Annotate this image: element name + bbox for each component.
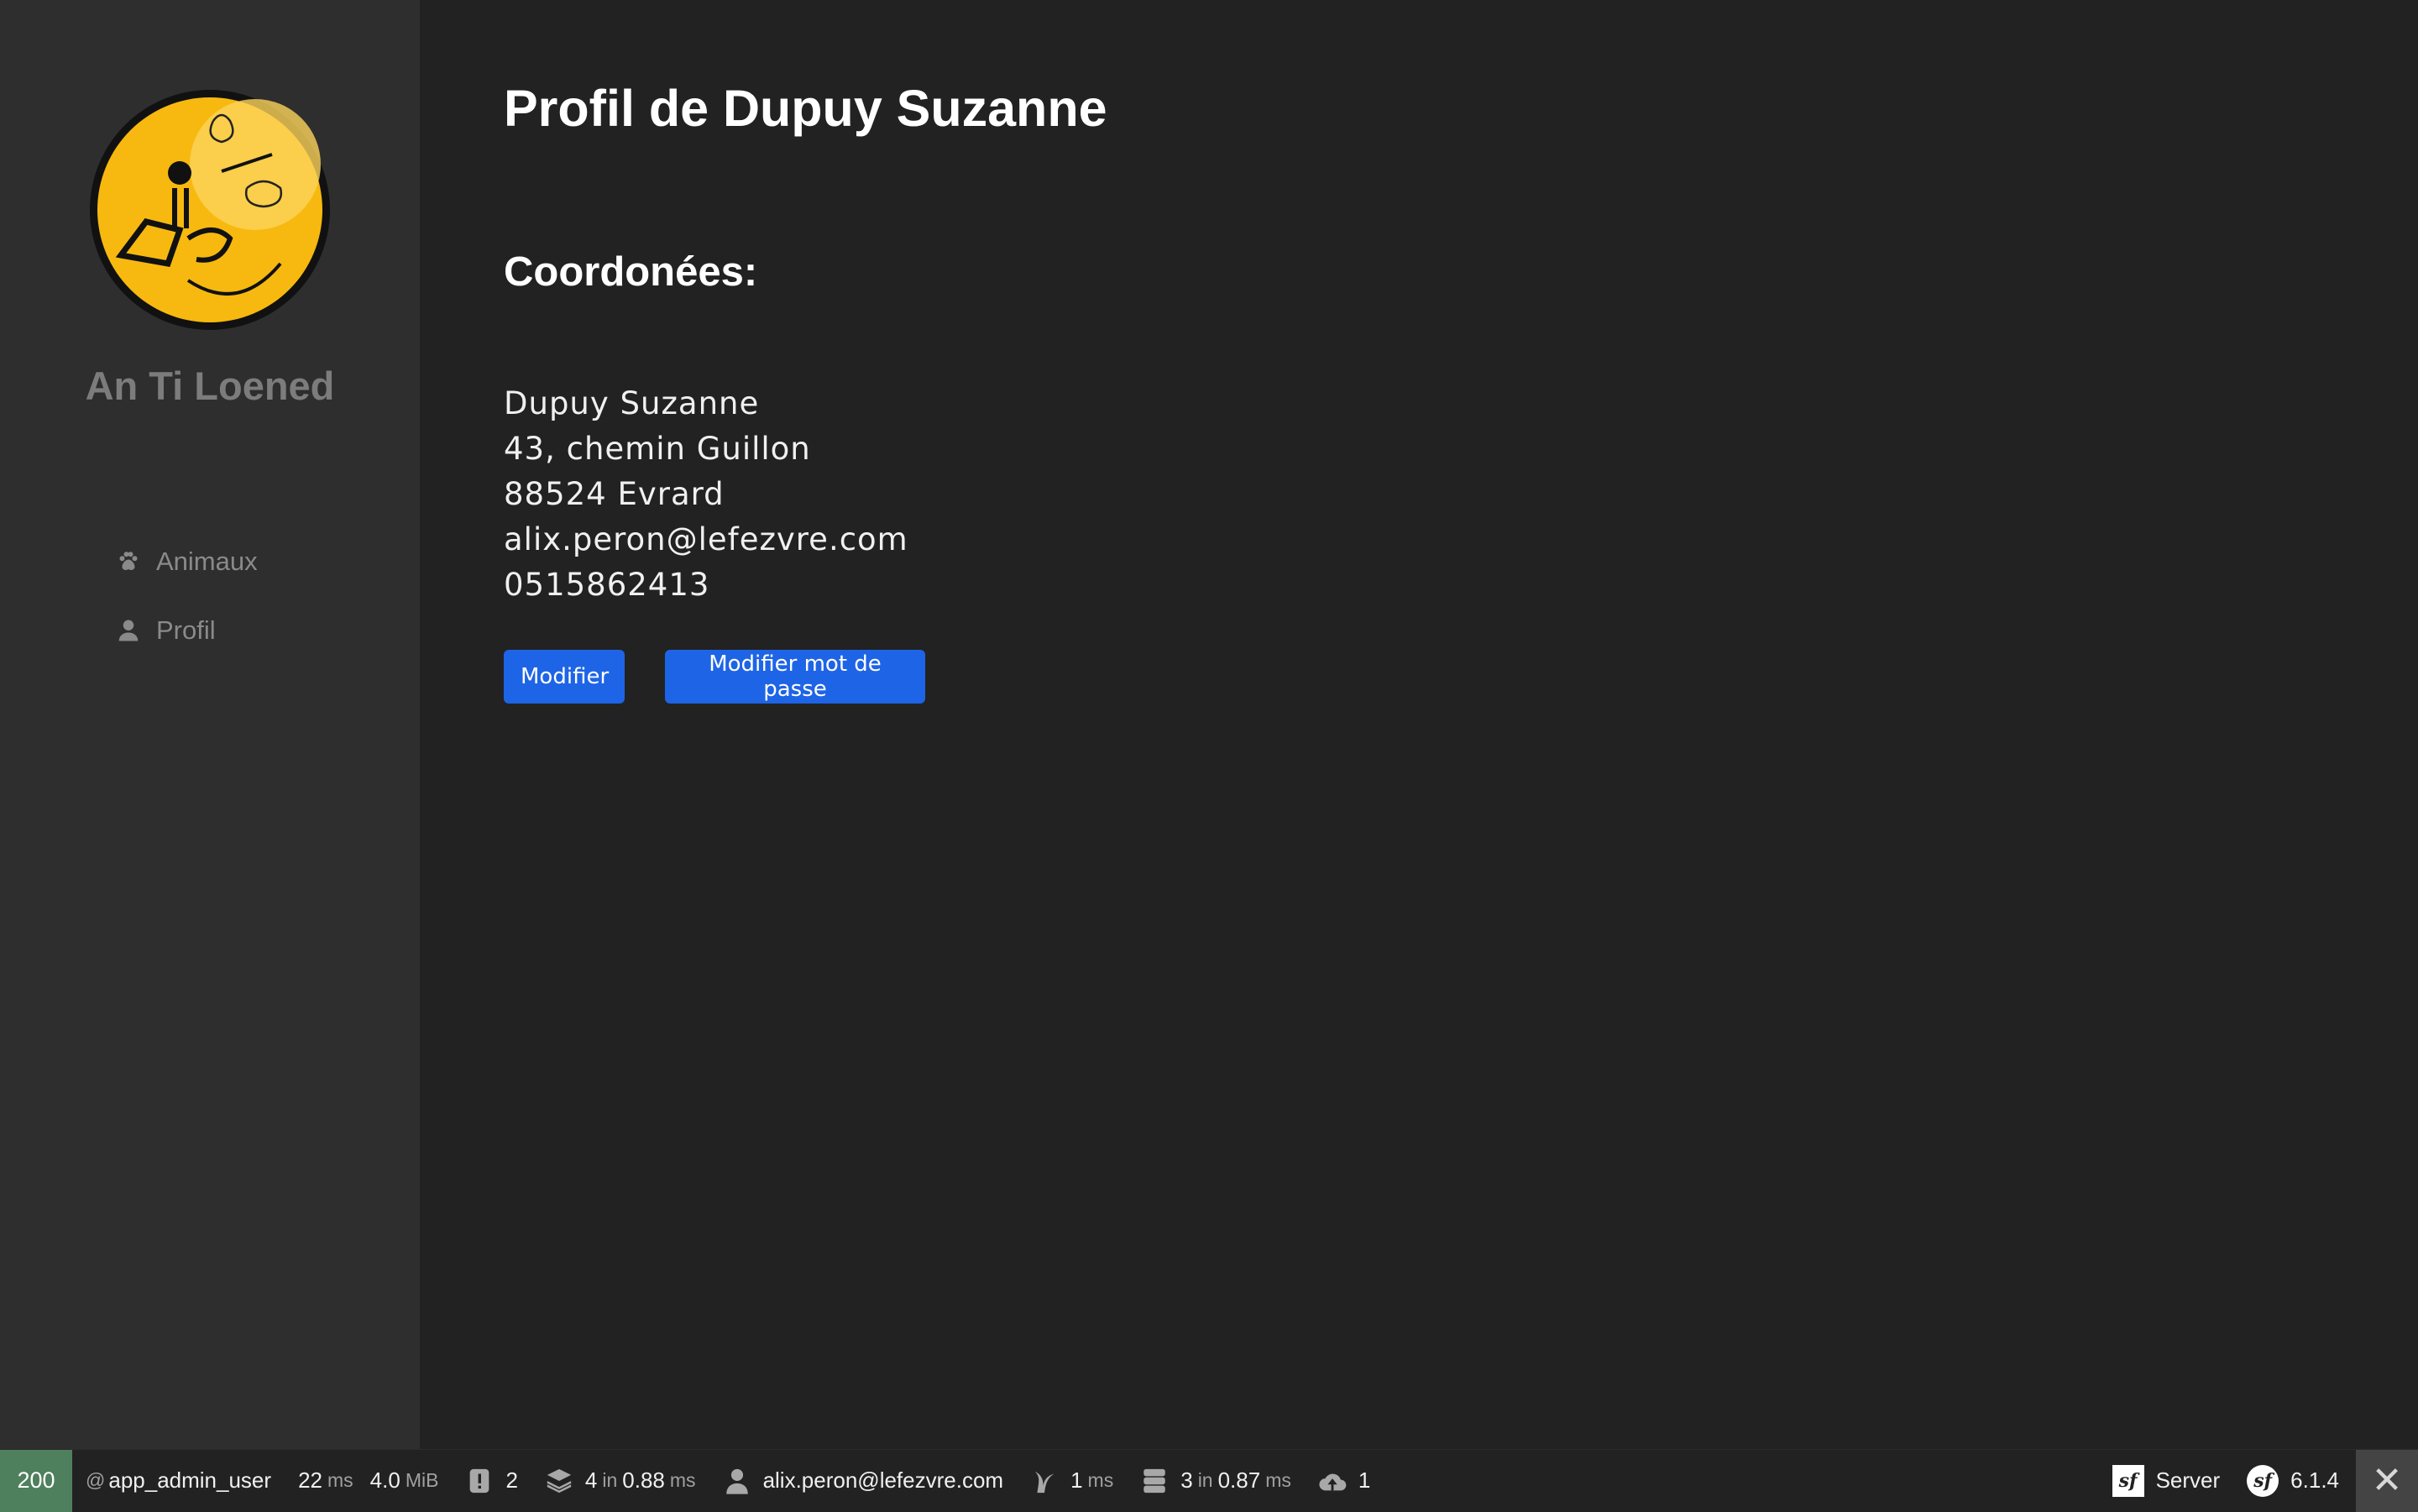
edit-password-button[interactable]: Modifier mot de passe <box>665 650 925 704</box>
contact-details: Dupuy Suzanne 43, chemin Guillon 88524 E… <box>504 381 908 608</box>
symfony-version: 6.1.4 <box>2290 1468 2339 1493</box>
close-toolbar-button[interactable]: ✕ <box>2356 1449 2418 1512</box>
user-icon <box>116 618 141 643</box>
contact-email: alix.peron@lefezvre.com <box>504 521 908 557</box>
contact-name: Dupuy Suzanne <box>504 385 760 421</box>
cache-in: in <box>602 1469 618 1491</box>
page-title: Profil de Dupuy Suzanne <box>504 80 1107 137</box>
paw-icon <box>116 549 141 574</box>
memory-unit: MiB <box>405 1469 439 1491</box>
twig-time: 1 <box>1070 1468 1083 1493</box>
cache-count: 4 <box>584 1468 598 1493</box>
security-user-item[interactable]: alix.peron@lefezvre.com <box>709 1450 1018 1512</box>
upload-item[interactable]: 1 <box>1305 1450 1384 1512</box>
db-time: 0.87 <box>1217 1468 1261 1493</box>
logs-item[interactable]: 2 <box>452 1450 531 1512</box>
symfony-debug-toolbar: 200 @ app_admin_user 22 ms 4.0 MiB 2 4 i… <box>0 1449 2418 1512</box>
request-time-item[interactable]: 22 ms <box>285 1450 367 1512</box>
sidebar-nav: Animaux Profil <box>116 537 258 675</box>
memory-item[interactable]: 4.0 MiB <box>367 1450 453 1512</box>
security-user: alix.peron@lefezvre.com <box>762 1468 1004 1493</box>
db-count: 3 <box>1180 1468 1193 1493</box>
twig-unit: ms <box>1087 1469 1114 1491</box>
sidebar-item-label: Animaux <box>156 547 258 576</box>
server-label: Server <box>2155 1468 2221 1493</box>
server-item[interactable]: sf Server <box>2099 1450 2234 1512</box>
memory-value: 4.0 <box>369 1468 400 1493</box>
layers-icon <box>545 1467 573 1495</box>
cache-unit: ms <box>669 1469 696 1491</box>
contact-street: 43, chemin Guillon <box>504 431 811 467</box>
app: An Ti Loened Animaux Profil Profil de Du… <box>0 0 2418 1449</box>
brand-name: An Ti Loened <box>85 364 335 408</box>
database-icon <box>1140 1467 1169 1495</box>
edit-button[interactable]: Modifier <box>504 650 625 704</box>
symfony-logo-icon: sf <box>2247 1464 2279 1497</box>
cache-item[interactable]: 4 in 0.88 ms <box>531 1450 709 1512</box>
cloud-upload-icon <box>1318 1467 1347 1495</box>
request-time-unit: ms <box>327 1469 353 1491</box>
user-icon <box>723 1467 751 1495</box>
request-time-value: 22 <box>298 1468 322 1493</box>
upload-count: 1 <box>1358 1468 1371 1493</box>
symfony-version-item[interactable]: sf 6.1.4 <box>2233 1450 2356 1512</box>
route-prefix: @ <box>86 1469 106 1491</box>
logs-count: 2 <box>505 1468 518 1493</box>
route-name: app_admin_user <box>108 1468 272 1493</box>
status-code-badge[interactable]: 200 <box>0 1449 72 1512</box>
sidebar-item-label: Profil <box>156 615 216 645</box>
cache-time: 0.88 <box>622 1468 665 1493</box>
symfony-server-icon: sf <box>2112 1464 2144 1497</box>
twig-item[interactable]: 1 ms <box>1017 1450 1127 1512</box>
section-title: Coordonées: <box>504 249 758 295</box>
alert-icon <box>465 1467 494 1495</box>
database-item[interactable]: 3 in 0.87 ms <box>1127 1450 1305 1512</box>
contact-phone: 0515862413 <box>504 567 710 603</box>
db-in: in <box>1197 1469 1213 1491</box>
contact-city: 88524 Evrard <box>504 476 725 512</box>
main-content: Profil de Dupuy Suzanne Coordonées: Dupu… <box>420 0 2418 1449</box>
db-unit: ms <box>1265 1469 1291 1491</box>
logo-image <box>90 90 330 330</box>
brand-logo[interactable] <box>87 87 332 332</box>
twig-icon <box>1030 1467 1059 1495</box>
sidebar-item-profil[interactable]: Profil <box>116 606 258 655</box>
sidebar: An Ti Loened Animaux Profil <box>0 0 420 1449</box>
sidebar-item-animaux[interactable]: Animaux <box>116 537 258 586</box>
route-item[interactable]: @ app_admin_user <box>72 1450 285 1512</box>
